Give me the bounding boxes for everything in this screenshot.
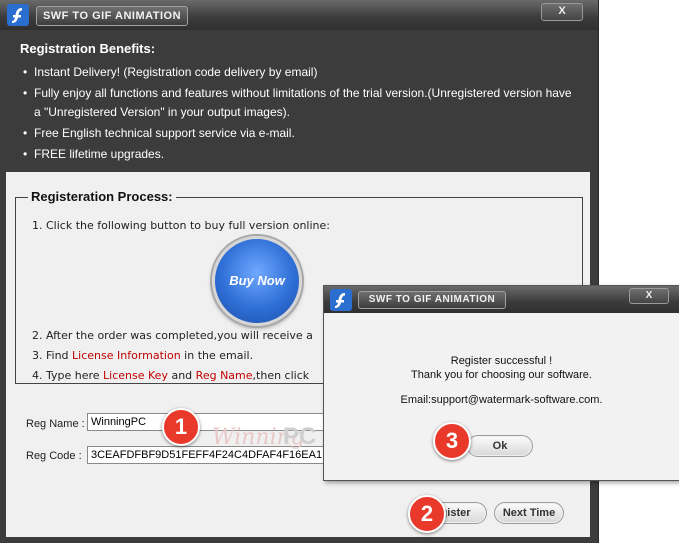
flash-app-icon (7, 4, 29, 26)
step-4: 4. Type here License Key and Reg Name,th… (32, 369, 309, 382)
benefit-item: Instant Delivery! (Registration code del… (20, 63, 580, 82)
step-1: 1. Click the following button to buy ful… (32, 219, 330, 232)
step-4-text: and (167, 369, 196, 382)
next-time-button[interactable]: Next Time (494, 502, 564, 524)
title-bar: SWF TO GIF ANIMATION X (0, 0, 598, 30)
benefits-heading: Registration Benefits: (20, 41, 156, 56)
license-key-text: License Key (103, 369, 168, 382)
window-title: SWF TO GIF ANIMATION (36, 6, 188, 26)
dialog-title: SWF TO GIF ANIMATION (358, 291, 506, 309)
benefit-item: Free English technical support service v… (20, 124, 580, 143)
step-badge-1: 1 (162, 408, 200, 446)
dialog-message-line1: Register successful ! (450, 355, 553, 367)
step-3-text: in the email. (180, 349, 254, 362)
step-4-text: ,then click (252, 369, 310, 382)
buy-now-button[interactable]: Buy Now (212, 236, 302, 326)
ok-button[interactable]: Ok (467, 435, 533, 457)
benefits-list: Instant Delivery! (Registration code del… (20, 63, 580, 166)
benefit-item: Fully enjoy all functions and features w… (20, 84, 580, 122)
dialog-email: Email:support@watermark-software.com. (400, 394, 603, 406)
reg-name-label: Reg Name : (26, 418, 85, 430)
reg-name-text: Reg Name (195, 369, 253, 382)
flash-app-icon (330, 289, 352, 311)
step-3-text: 3. Find (32, 349, 73, 362)
dialog-message-line2: Thank you for choosing our software. (411, 369, 592, 381)
dialog-title-bar: SWF TO GIF ANIMATION X (324, 286, 679, 313)
license-information-text: License Information (72, 349, 181, 362)
reg-code-label: Reg Code : (26, 450, 82, 462)
close-button[interactable]: X (541, 3, 583, 21)
step-3: 3. Find License Information in the email… (32, 349, 253, 362)
step-badge-2: 2 (408, 495, 446, 533)
step-4-text: 4. Type here (32, 369, 104, 382)
step-badge-3: 3 (433, 422, 471, 460)
dialog-close-button[interactable]: X (629, 288, 669, 304)
step-2: 2. After the order was completed,you wil… (32, 329, 313, 342)
benefit-item: FREE lifetime upgrades. (20, 145, 580, 164)
process-heading: Registeration Process: (28, 189, 176, 204)
benefits-panel: Registration Benefits: Instant Delivery!… (6, 34, 590, 170)
success-dialog: SWF TO GIF ANIMATION X Register successf… (323, 285, 679, 481)
watermark-text: PC (283, 423, 317, 450)
